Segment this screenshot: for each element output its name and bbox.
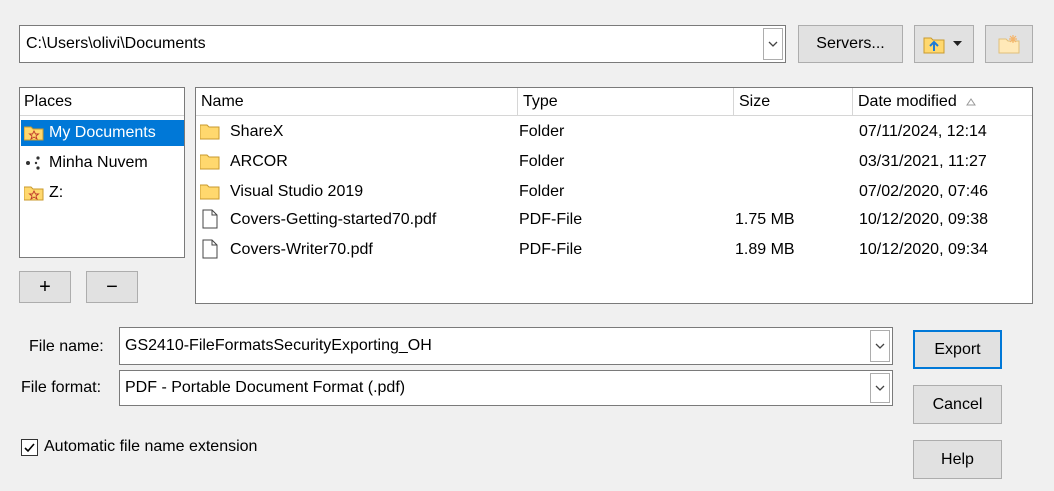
file-date: 10/12/2020, 09:34 — [859, 241, 989, 258]
file-icon — [202, 239, 218, 259]
file-type: Folder — [519, 183, 565, 200]
export-label: Export — [934, 340, 981, 358]
column-header-label: Name — [201, 93, 244, 110]
file-size: 1.89 MB — [735, 241, 795, 258]
file-format-label: File format: — [21, 379, 102, 396]
file-name: ShareX — [230, 123, 284, 140]
file-type: Folder — [519, 123, 565, 140]
help-button[interactable]: Help — [913, 440, 1002, 479]
share-network-icon — [26, 156, 40, 170]
file-name: Covers-Getting-started70.pdf — [230, 211, 437, 228]
file-row[interactable]: Covers-Writer70.pdf PDF-File 1.89 MB 10/… — [196, 236, 1032, 265]
file-name-label: File name: — [29, 338, 104, 355]
file-name-dropdown-button[interactable] — [870, 330, 890, 362]
file-name: Visual Studio 2019 — [230, 183, 364, 200]
file-row[interactable]: Covers-Getting-started70.pdf PDF-File 1.… — [196, 206, 1032, 235]
column-header-label: Type — [523, 93, 558, 110]
file-date: 10/12/2020, 09:38 — [859, 211, 989, 228]
places-header[interactable]: Places — [20, 88, 184, 116]
places-item-z[interactable]: Z: — [21, 180, 184, 206]
auto-extension-label[interactable]: Automatic file name extension — [44, 437, 257, 457]
file-icon — [202, 209, 218, 229]
places-item-label: My Documents — [49, 124, 156, 141]
new-folder-icon — [998, 35, 1020, 54]
folder-star-icon — [24, 186, 44, 201]
folder-icon — [200, 124, 220, 140]
column-header-label: Size — [739, 93, 771, 110]
column-header-type[interactable]: Type — [518, 88, 734, 116]
checkmark-icon — [24, 443, 35, 453]
file-format-value: PDF - Portable Document Format (.pdf) — [125, 379, 406, 396]
export-button[interactable]: Export — [913, 330, 1002, 369]
servers-button[interactable]: Servers... — [798, 25, 903, 63]
new-folder-button[interactable] — [985, 25, 1033, 63]
dropdown-arrow-icon — [953, 41, 962, 46]
path-dropdown-button[interactable] — [763, 28, 783, 60]
file-format-select[interactable]: PDF - Portable Document Format (.pdf) — [119, 370, 893, 406]
places-item-label: Minha Nuvem — [49, 154, 148, 171]
file-row[interactable]: Visual Studio 2019 Folder 07/02/2020, 07… — [196, 178, 1032, 207]
chevron-down-icon — [768, 41, 778, 47]
places-item-minha-nuvem[interactable]: Minha Nuvem — [21, 150, 184, 176]
file-name-value: GS2410-FileFormatsSecurityExporting_OH — [125, 337, 432, 354]
column-header-label: Date modified — [858, 93, 957, 110]
column-header-name[interactable]: Name — [196, 88, 518, 116]
file-type: Folder — [519, 153, 565, 170]
cancel-label: Cancel — [932, 395, 983, 413]
path-text: C:\Users\olivi\Documents — [26, 35, 206, 52]
chevron-down-icon — [875, 343, 885, 349]
up-level-button[interactable] — [914, 25, 974, 63]
file-name: Covers-Writer70.pdf — [230, 241, 373, 258]
cancel-button[interactable]: Cancel — [913, 385, 1002, 424]
column-header-size[interactable]: Size — [734, 88, 853, 116]
file-name: ARCOR — [230, 153, 288, 170]
file-date: 03/31/2021, 11:27 — [859, 153, 987, 170]
path-combobox[interactable]: C:\Users\olivi\Documents — [19, 25, 786, 63]
places-item-label: Z: — [49, 184, 64, 201]
file-name-combobox[interactable]: GS2410-FileFormatsSecurityExporting_OH — [119, 327, 893, 365]
places-panel: Places My Documents Minha Nuvem Z: — [19, 87, 185, 258]
places-item-my-documents[interactable]: My Documents — [21, 120, 184, 146]
add-place-button[interactable]: + — [19, 271, 71, 303]
file-type: PDF-File — [519, 211, 583, 228]
file-size: 1.75 MB — [735, 211, 795, 228]
places-header-label: Places — [24, 93, 73, 110]
folder-icon — [200, 184, 220, 200]
remove-place-button[interactable]: − — [86, 271, 138, 303]
file-row[interactable]: ARCOR Folder 03/31/2021, 11:27 — [196, 148, 1032, 177]
folder-star-icon — [24, 126, 44, 141]
servers-label: Servers... — [816, 35, 885, 52]
file-type: PDF-File — [519, 241, 583, 258]
file-date: 07/11/2024, 12:14 — [859, 123, 987, 140]
file-row[interactable]: ShareX Folder 07/11/2024, 12:14 — [196, 118, 1032, 147]
remove-place-label: − — [106, 275, 118, 298]
help-label: Help — [941, 450, 974, 468]
file-format-dropdown-button[interactable] — [870, 373, 890, 403]
file-list: Name Type Size Date modified ShareX Fold… — [195, 87, 1033, 304]
chevron-down-icon — [875, 385, 885, 391]
file-date: 07/02/2020, 07:46 — [859, 183, 989, 200]
sort-ascending-icon — [966, 98, 977, 106]
column-header-date[interactable]: Date modified — [853, 88, 1032, 116]
folder-icon — [200, 154, 220, 170]
auto-extension-checkbox[interactable] — [21, 439, 38, 456]
add-place-label: + — [39, 275, 51, 298]
folder-up-icon — [923, 37, 945, 54]
